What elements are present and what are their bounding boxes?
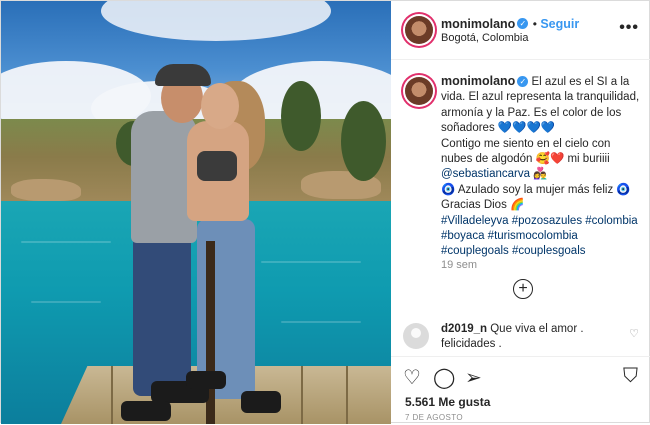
caption-time-ago[interactable]: 19 sem <box>441 259 477 271</box>
caption-mention-link[interactable]: @sebastiancarva <box>441 168 530 180</box>
caption-hashtags-3[interactable]: #couplegoals #couplesgoals <box>441 244 641 259</box>
caption-text-3: 🧿 Azulado soy la mujer más feliz 🧿 <box>441 183 631 196</box>
caption-hashtags-2[interactable]: #boyaca #turismocolombia <box>441 229 641 244</box>
verified-badge-icon: ✓ <box>517 18 529 30</box>
share-send-icon[interactable]: ➢ <box>465 365 482 390</box>
save-bookmark-icon[interactable]: ⛉ <box>623 365 638 388</box>
caption-hashtags-1[interactable]: #Villadeleyva #pozosazules #colombia <box>441 214 641 229</box>
photo-man-jeans <box>133 236 191 396</box>
author-username[interactable]: monimolano <box>441 17 515 31</box>
photo-man-cap <box>155 64 211 86</box>
photo-tree <box>281 81 321 151</box>
caption-text-2: Contigo me siento en el cielo con nubes … <box>441 137 611 166</box>
commenter-username[interactable]: d2019_n <box>441 323 487 335</box>
like-heart-icon[interactable]: ♡ <box>403 365 421 390</box>
post-location[interactable]: Bogotá, Colombia <box>441 32 528 44</box>
photo-ripple <box>21 241 111 243</box>
dock-plank <box>346 366 348 424</box>
header-title-row: monimolano ✓ • Seguir <box>441 15 579 33</box>
likes-count[interactable]: 5.561 Me gusta <box>405 395 490 409</box>
post-actions-bar: ♡ ◯ ➢ ⛉ 5.561 Me gusta 7 DE AGOSTO <box>391 356 650 425</box>
verified-badge-icon: ✓ <box>517 76 529 88</box>
post-side-panel: monimolano ✓ • Seguir Bogotá, Colombia ••… <box>391 1 650 424</box>
photo-woman-shoe <box>186 371 226 389</box>
comment-like-heart-icon[interactable]: ♡ <box>629 327 639 340</box>
comment-bubble-icon[interactable]: ◯ <box>433 365 455 390</box>
photo-man-shoe <box>121 401 171 421</box>
commenter-avatar[interactable] <box>403 323 429 349</box>
photo-woman-shoe <box>241 391 281 413</box>
caption-text-2-tail: 👩‍❤️‍👨 <box>530 168 548 181</box>
photo-rock <box>11 179 81 201</box>
post-photo[interactable] <box>1 1 391 424</box>
author-avatar[interactable] <box>405 16 433 44</box>
follow-button[interactable]: Seguir <box>540 17 579 31</box>
photo-woman-head <box>201 83 239 129</box>
comment-text: d2019_n Que viva el amor . felicidades . <box>441 322 621 352</box>
photo-tree <box>341 101 386 181</box>
comment-item: d2019_n Que viva el amor . felicidades .… <box>403 319 639 355</box>
load-more-comments-icon[interactable]: + <box>513 279 533 299</box>
post-caption: monimolano ✓ El azul es el SI a la vida. … <box>441 74 641 260</box>
photo-ripple <box>281 321 361 323</box>
caption-author-avatar[interactable] <box>405 77 433 105</box>
post-header: monimolano ✓ • Seguir Bogotá, Colombia ••… <box>391 1 650 60</box>
caption-text-4: Gracias Dios 🌈 <box>441 199 525 212</box>
post-date[interactable]: 7 DE AGOSTO <box>405 413 463 422</box>
dock-plank <box>111 366 113 424</box>
photo-ripple <box>31 301 101 303</box>
instagram-post: monimolano ✓ • Seguir Bogotá, Colombia ••… <box>0 0 650 424</box>
dock-plank <box>301 366 303 424</box>
caption-username[interactable]: monimolano <box>441 74 515 88</box>
more-options-icon[interactable]: ••• <box>619 19 639 37</box>
photo-ripple <box>261 261 361 263</box>
photo-woman-top <box>197 151 237 181</box>
